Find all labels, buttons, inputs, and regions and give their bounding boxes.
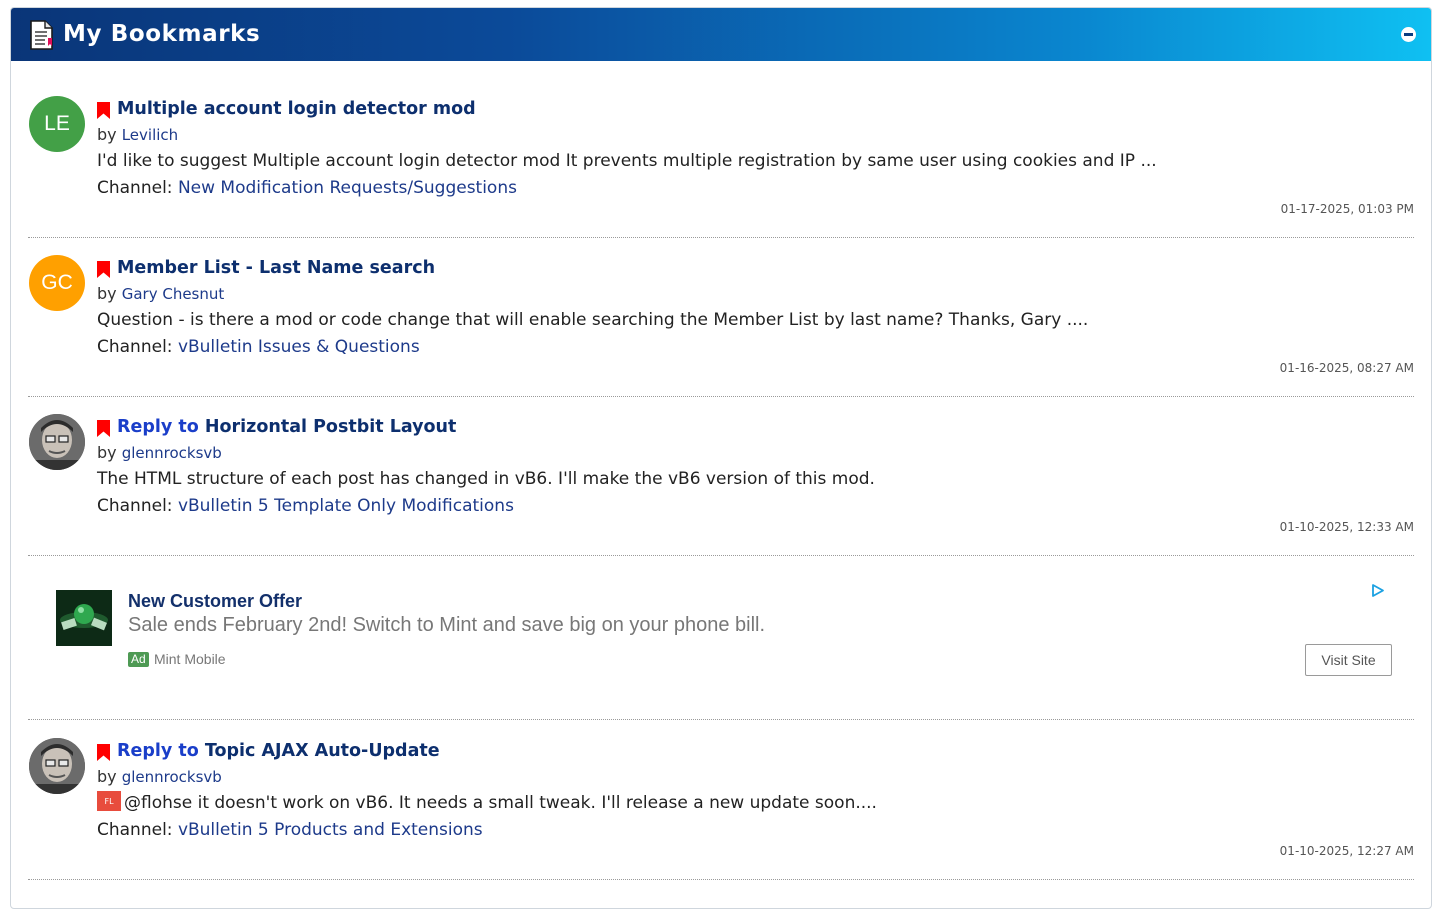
ad-description: Sale ends February 2nd! Switch to Mint a… bbox=[128, 614, 766, 636]
by-label: by bbox=[97, 767, 117, 786]
channel-line: Channel: vBulletin 5 Template Only Modif… bbox=[97, 494, 514, 518]
bookmark-title[interactable]: Reply to Horizontal Postbit Layout bbox=[117, 415, 456, 439]
page-title: My Bookmarks bbox=[63, 21, 261, 47]
bookmark-date: 01-16-2025, 08:27 AM bbox=[1279, 361, 1414, 375]
reply-prefix: Reply to bbox=[117, 741, 199, 761]
bookmark-title-text[interactable]: Topic AJAX Auto-Update bbox=[205, 741, 440, 761]
author-line: by Levilich bbox=[97, 124, 178, 146]
author-link[interactable]: Levilich bbox=[122, 126, 178, 144]
channel-line: Channel: vBulletin Issues & Questions bbox=[97, 335, 420, 359]
channel-link[interactable]: vBulletin Issues & Questions bbox=[178, 337, 420, 357]
ad-advertiser: Mint Mobile bbox=[154, 651, 226, 667]
bookmark-icon[interactable] bbox=[97, 102, 110, 119]
divider bbox=[28, 237, 1414, 238]
by-label: by bbox=[97, 284, 117, 303]
bookmark-title[interactable]: Member List - Last Name search bbox=[117, 256, 435, 280]
author-line: by glennrocksvb bbox=[97, 442, 222, 464]
author-link[interactable]: glennrocksvb bbox=[122, 768, 222, 786]
avatar[interactable]: GC bbox=[29, 255, 85, 311]
divider bbox=[28, 719, 1414, 720]
bookmark-title-text[interactable]: Multiple account login detector mod bbox=[117, 99, 476, 119]
author-line: by Gary Chesnut bbox=[97, 283, 224, 305]
panel-header: My Bookmarks bbox=[11, 8, 1431, 61]
document-bookmark-icon bbox=[30, 20, 53, 50]
channel-label: Channel: bbox=[97, 337, 173, 357]
channel-line: Channel: vBulletin 5 Products and Extens… bbox=[97, 818, 483, 842]
bookmark-icon[interactable] bbox=[97, 744, 110, 761]
avatar[interactable] bbox=[29, 414, 85, 470]
divider bbox=[28, 879, 1414, 880]
bookmark-excerpt: I'd like to suggest Multiple account log… bbox=[97, 151, 1157, 171]
bookmark-date: 01-10-2025, 12:27 AM bbox=[1279, 844, 1414, 858]
bookmark-date: 01-17-2025, 01:03 PM bbox=[1280, 202, 1414, 216]
bookmark-date: 01-10-2025, 12:33 AM bbox=[1279, 520, 1414, 534]
sponsored-ad[interactable]: New Customer Offer Sale ends February 2n… bbox=[56, 584, 1396, 680]
divider bbox=[28, 555, 1414, 556]
excerpt-text: @flohse it doesn't work on vB6. It needs… bbox=[124, 793, 877, 813]
money-globe-icon bbox=[56, 590, 112, 646]
channel-label: Channel: bbox=[97, 496, 173, 516]
mention-avatar-badge[interactable]: FL bbox=[97, 791, 121, 811]
bookmark-icon[interactable] bbox=[97, 261, 110, 278]
bookmark-excerpt: FL @flohse it doesn't work on vB6. It nee… bbox=[97, 791, 877, 815]
avatar[interactable]: LE bbox=[29, 96, 85, 152]
bookmark-title-text[interactable]: Horizontal Postbit Layout bbox=[205, 417, 457, 437]
ad-image[interactable] bbox=[56, 590, 112, 646]
channel-link[interactable]: New Modification Requests/Suggestions bbox=[178, 178, 517, 198]
ad-title[interactable]: New Customer Offer bbox=[128, 591, 302, 612]
adchoices-icon[interactable] bbox=[1370, 583, 1385, 598]
author-line: by glennrocksvb bbox=[97, 766, 222, 788]
collapse-icon[interactable] bbox=[1401, 27, 1416, 42]
user-photo-icon bbox=[29, 738, 85, 794]
by-label: by bbox=[97, 125, 117, 144]
bookmarks-panel: My Bookmarks LE Multiple account login d… bbox=[10, 7, 1432, 909]
channel-label: Channel: bbox=[97, 178, 173, 198]
bookmark-icon[interactable] bbox=[97, 420, 110, 437]
bookmark-title[interactable]: Multiple account login detector mod bbox=[117, 97, 476, 121]
bookmark-title[interactable]: Reply to Topic AJAX Auto-Update bbox=[117, 739, 440, 763]
divider bbox=[28, 396, 1414, 397]
bookmark-excerpt: The HTML structure of each post has chan… bbox=[97, 469, 875, 489]
visit-site-button[interactable]: Visit Site bbox=[1305, 644, 1392, 676]
author-link[interactable]: glennrocksvb bbox=[122, 444, 222, 462]
ad-badge: Ad bbox=[128, 652, 149, 667]
by-label: by bbox=[97, 443, 117, 462]
user-photo-icon bbox=[29, 414, 85, 470]
author-link[interactable]: Gary Chesnut bbox=[122, 285, 225, 303]
bookmark-excerpt: Question - is there a mod or code change… bbox=[97, 310, 1089, 330]
channel-link[interactable]: vBulletin 5 Products and Extensions bbox=[178, 820, 483, 840]
channel-label: Channel: bbox=[97, 820, 173, 840]
channel-link[interactable]: vBulletin 5 Template Only Modifications bbox=[178, 496, 514, 516]
avatar[interactable] bbox=[29, 738, 85, 794]
channel-line: Channel: New Modification Requests/Sugge… bbox=[97, 176, 517, 200]
bookmark-title-text[interactable]: Member List - Last Name search bbox=[117, 258, 435, 278]
reply-prefix: Reply to bbox=[117, 417, 199, 437]
